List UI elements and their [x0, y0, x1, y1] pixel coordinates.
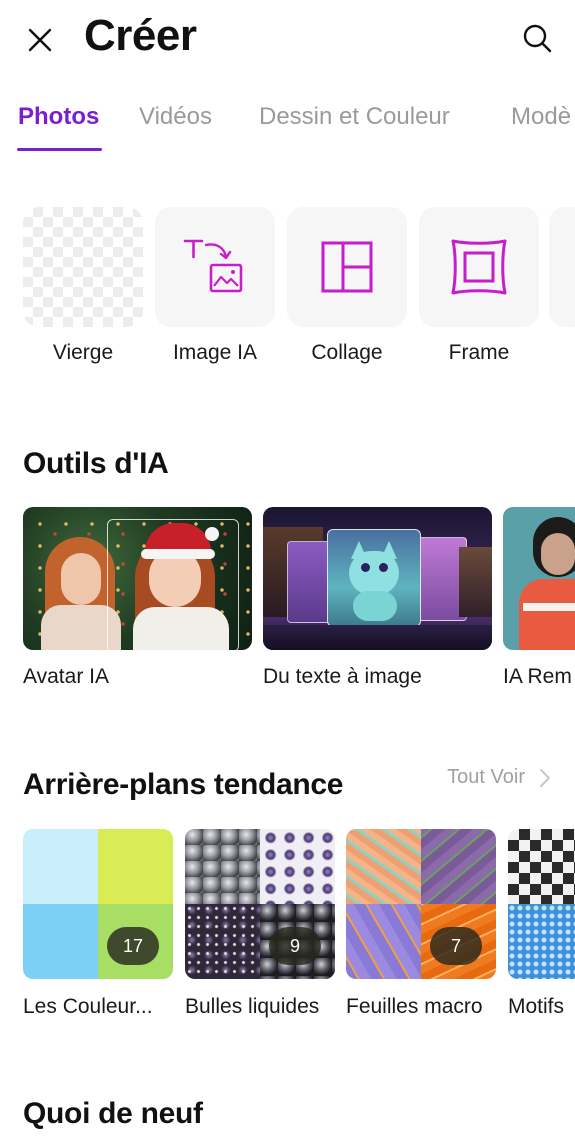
see-all-link[interactable]: Tout Voir — [447, 766, 551, 789]
close-icon — [28, 28, 52, 52]
bg-pack-liquid-bubbles[interactable]: 9 Bulles liquides — [185, 829, 335, 1018]
quick-action-label: Vierge — [52, 341, 114, 364]
quick-action-blank[interactable]: Vierge — [23, 207, 143, 364]
text-to-image-icon — [183, 239, 243, 293]
quick-action-label: Image IA — [172, 341, 258, 364]
item-count-badge: 17 — [107, 927, 159, 965]
bg-pack-label: Feuilles macro — [346, 995, 483, 1018]
quick-action-label: Frame — [448, 341, 510, 364]
whats-new-title: Quoi de neuf — [23, 1097, 203, 1130]
quick-action-frame[interactable]: Frame — [419, 207, 539, 364]
bg-pack-colors[interactable]: 17 Les Couleur... — [23, 829, 173, 1018]
top-bar: Créer — [0, 0, 575, 80]
trending-backgrounds-row: 17 Les Couleur... 9 Bulles liquides 7 Fe… — [0, 829, 575, 1029]
trending-backgrounds-title: Arrière-plans tendance — [23, 768, 344, 801]
text-to-image-thumbnail — [263, 507, 492, 650]
ai-tool-text-to-image[interactable]: Du texte à image — [263, 507, 492, 688]
ai-tools-title: Outils d'IA — [23, 447, 169, 480]
ai-tool-avatar[interactable]: Avatar IA — [23, 507, 252, 688]
item-count-badge: 7 — [430, 927, 482, 965]
bg-pack-thumbnail: 17 — [23, 829, 173, 979]
ai-remove-thumbnail — [503, 507, 575, 650]
ai-tool-label: Avatar IA — [23, 665, 109, 688]
category-tabs: Photos Vidéos Dessin et Couleur Modè — [0, 98, 575, 154]
search-button[interactable] — [517, 18, 557, 58]
see-all-label: Tout Voir — [447, 766, 525, 788]
bg-pack-thumbnail — [508, 829, 575, 979]
quick-action-label: C — [549, 341, 575, 365]
item-count-badge: 9 — [269, 927, 321, 965]
quick-action-more[interactable]: C — [549, 207, 575, 327]
quick-action-ai-image[interactable]: Image IA — [155, 207, 275, 364]
blank-canvas-thumbnail — [23, 207, 143, 327]
ai-tool-label: IA Rem — [503, 665, 572, 688]
search-icon — [523, 24, 552, 53]
quick-action-collage[interactable]: Collage — [287, 207, 407, 364]
quick-actions-row: Vierge Image IA Collage Frame — [0, 207, 575, 377]
tab-models[interactable]: Modè — [511, 98, 571, 136]
ai-tools-row: Avatar IA Du texte à image IA Rem — [0, 507, 575, 697]
collage-icon — [321, 241, 373, 293]
bg-pack-label: Bulles liquides — [185, 995, 320, 1018]
bg-pack-patterns[interactable]: Motifs — [508, 829, 575, 1018]
bg-pack-label: Les Couleur... — [23, 995, 153, 1018]
close-button[interactable] — [20, 20, 60, 60]
active-tab-indicator — [17, 148, 102, 151]
bg-pack-thumbnail: 9 — [185, 829, 335, 979]
bg-pack-thumbnail: 7 — [346, 829, 496, 979]
frame-icon — [451, 239, 507, 295]
tab-drawing-color[interactable]: Dessin et Couleur — [259, 98, 450, 136]
ai-tool-label: Du texte à image — [263, 665, 422, 688]
bg-pack-label: Motifs — [508, 995, 565, 1018]
avatar-ai-thumbnail — [23, 507, 252, 650]
tab-videos[interactable]: Vidéos — [139, 98, 212, 136]
page-title: Créer — [84, 11, 197, 60]
tab-photos[interactable]: Photos — [18, 98, 99, 136]
quick-action-label: Collage — [311, 341, 383, 364]
chevron-right-icon — [540, 768, 550, 787]
bg-pack-macro-leaves[interactable]: 7 Feuilles macro — [346, 829, 496, 1018]
ai-tool-remove[interactable]: IA Rem — [503, 507, 575, 688]
